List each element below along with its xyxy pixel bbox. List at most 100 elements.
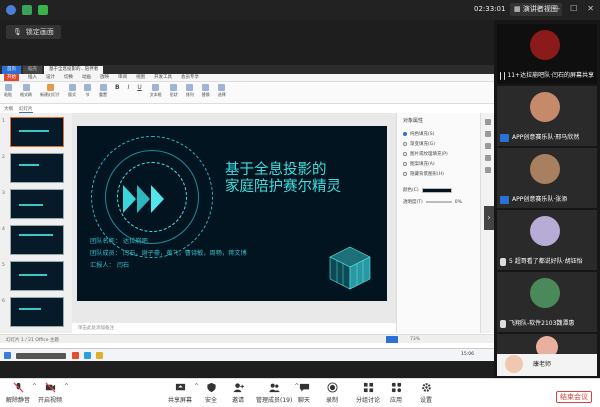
ribbon-textbox[interactable]: 文本框 [150,84,162,101]
ribbon-italic[interactable]: I [128,84,130,101]
tab-home[interactable]: 首页 [2,66,21,74]
settings-button[interactable]: 设置 [420,382,432,404]
maximize-icon[interactable]: ☐ [570,4,577,13]
mic-icon [503,72,505,80]
slide-thumb[interactable] [10,297,64,327]
menu-view[interactable]: 视图 [136,74,145,81]
chat-button[interactable]: 聊天 [298,382,310,404]
window-controls: ⋮ — ☐ ✕ [534,4,594,13]
participant-tile[interactable]: APP创意赛乐队·邢马欣然 [497,86,597,146]
wps-icon[interactable] [72,352,79,359]
slide-thumb[interactable] [10,117,64,147]
color-field[interactable]: 颜色(C) [403,187,452,193]
participant-tile[interactable]: 5 超哥看了都说好队·胡钰怡 [497,210,597,270]
menu-review[interactable]: 审阅 [118,74,127,81]
shared-screen: 🎙 锁定画面 首页 稻壳 基于全息投影的...陪伴者 开始 插入 设计 切换 动… [0,20,494,378]
chat-icon [299,383,309,392]
avatar [530,30,560,60]
invite-button[interactable]: 邀请 [232,382,244,404]
settings-icon[interactable] [484,155,491,161]
slide-canvas[interactable]: 基于全息投影的 家庭陪护赛尔精灵 团队名称： 达拉崩吧 团队成员： 闫石，谢子豪… [77,126,387,301]
ribbon-underline[interactable]: U [137,84,141,101]
signal-icon[interactable] [38,5,48,15]
ribbon-format-painter[interactable]: 格式刷 [20,84,32,101]
menu-insert[interactable]: 插入 [28,74,37,81]
folder-icon[interactable] [96,352,103,359]
slide-thumb[interactable] [10,189,64,219]
security-button[interactable]: 安全 [205,382,217,404]
gear-icon [421,383,431,392]
wps-status-bar: 幻灯片 1 / 21 Office 主题 73% [0,334,494,343]
tab-docer[interactable]: 稻壳 [23,66,42,74]
search-input[interactable] [16,353,66,359]
transparency-slider[interactable] [425,201,452,203]
new-slide-icon [46,84,54,91]
participant-tile[interactable]: 飞翔队-软件2103魏潭惠 [497,272,597,332]
breakout-button[interactable]: 分组讨论 [356,382,380,404]
fill-option[interactable]: 纯色填充(S) [403,131,434,137]
minimize-icon[interactable]: — [552,4,560,13]
help-icon[interactable] [484,167,491,173]
notes-field[interactable]: 单击此处添加备注 [78,325,378,332]
lock-screen-button[interactable]: 🎙 锁定画面 [6,25,61,39]
select-icon[interactable] [484,119,491,125]
menu-design[interactable]: 设计 [46,74,55,81]
fill-option[interactable]: 图案填充(A) [403,161,435,167]
ribbon-arrange[interactable]: 排列 [186,84,194,101]
fill-option[interactable]: 渐变填充(G) [403,141,435,147]
participant-tile-self[interactable]: 康老师 [497,354,597,376]
menu-animation[interactable]: 动画 [82,74,91,81]
ribbon-paste[interactable]: 粘贴 [4,84,12,101]
chevron-right-icon [151,185,164,213]
play-slideshow-button[interactable] [386,336,398,343]
shape-icon[interactable] [484,131,491,137]
tab-slides[interactable]: 幻灯片 [19,106,33,113]
participant-tile[interactable] [497,334,597,354]
ribbon-new-slide[interactable]: 新建幻灯片 [40,84,60,101]
shield-icon[interactable] [22,5,32,15]
menu-member[interactable]: 会员专享 [181,74,199,81]
participant-tile[interactable]: 11+达拉崩吧队·闫石的屏幕共享 [497,24,597,84]
animation-icon[interactable] [484,143,491,149]
more-icon[interactable]: ⋮ [534,4,542,13]
apps-button[interactable]: 应用 [390,382,402,404]
end-meeting-button[interactable]: 结束会议 [556,391,592,403]
slide-status: 幻灯片 1 / 21 Office 主题 [6,338,59,343]
tab-outline[interactable]: 大纲 [4,106,13,113]
fill-option[interactable]: 隐藏背景图形(H) [403,171,444,177]
tab-presentation[interactable]: 基于全息投影的...陪伴者 [44,66,104,74]
slide-thumb[interactable] [10,225,64,255]
ribbon-layout[interactable]: 版式 [68,84,76,101]
wps-tab-bar: 首页 稻壳 基于全息投影的...陪伴者 [0,65,494,74]
ribbon-reset[interactable]: 重置 [99,84,107,101]
start-video-button[interactable]: 开启视频 [38,382,69,404]
menu-developer[interactable]: 开发工具 [154,74,172,81]
ribbon-shape[interactable]: 形状 [170,84,178,101]
unmute-button[interactable]: 解除静音 [6,382,37,404]
zoom-level[interactable]: 73% [410,337,420,342]
record-button[interactable]: 录制 [326,382,338,404]
participant-tile[interactable]: APP创意赛乐队·张添 [497,148,597,208]
manage-members-button[interactable]: 管理成员(19) [256,382,300,404]
close-icon[interactable]: ✕ [587,4,594,13]
browser-icon[interactable] [84,352,91,359]
ribbon-replace[interactable]: 替换 [202,84,210,101]
slide-thumb[interactable] [10,153,64,183]
ribbon-bold[interactable]: B [115,84,120,101]
collapse-panel-button[interactable]: › [484,206,494,230]
info-icon[interactable] [6,5,16,15]
ribbon-section[interactable]: 节 [84,84,91,101]
menu-start[interactable]: 开始 [4,74,19,81]
avatar [530,278,560,308]
meeting-duration: 02:33:01 [474,5,506,13]
slide-thumb[interactable] [10,261,64,291]
windows-taskbar: 15:06 [0,348,494,361]
ribbon-select[interactable]: 选择 [218,84,226,101]
transparency-field[interactable]: 透明度(T) 0% [403,199,462,206]
share-screen-button[interactable]: 共享屏幕 [168,382,199,404]
menu-slideshow[interactable]: 放映 [100,74,109,81]
color-swatch[interactable] [421,187,452,193]
fill-option[interactable]: 图片或纹理填充(P) [403,151,448,157]
menu-transition[interactable]: 切换 [64,74,73,81]
start-icon[interactable] [4,352,11,359]
